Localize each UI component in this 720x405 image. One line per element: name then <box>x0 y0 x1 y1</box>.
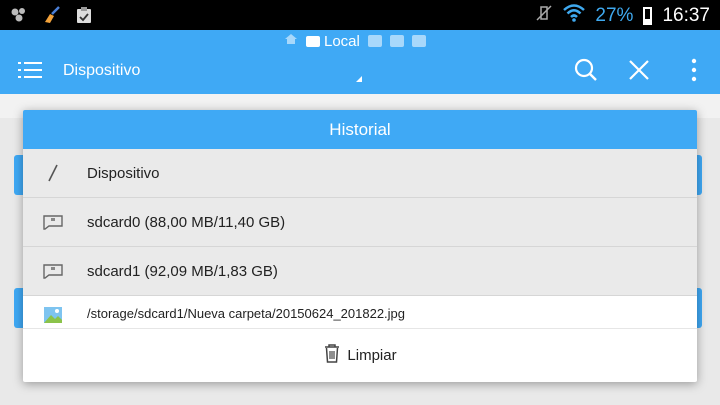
vibrate-off-icon <box>535 4 553 27</box>
search-icon[interactable] <box>572 56 600 84</box>
history-item-label: sdcard1 (92,09 MB/1,83 GB) <box>87 262 278 280</box>
history-item-sdcard1[interactable]: sdcard1 (92,09 MB/1,83 GB) <box>23 247 697 296</box>
cleaner-icon <box>42 6 62 29</box>
history-item-sdcard0[interactable]: sdcard0 (88,00 MB/11,40 GB) <box>23 198 697 247</box>
status-bar: 27% 16:37 <box>0 0 720 30</box>
close-icon[interactable] <box>625 56 653 84</box>
clear-label: Limpiar <box>347 347 397 364</box>
history-item-label: /storage/sdcard1/Nueva carpeta/20150624_… <box>87 306 406 321</box>
history-item-device[interactable]: Dispositivo <box>23 149 697 198</box>
more-options-icon[interactable] <box>680 56 708 84</box>
battery-icon <box>643 6 653 25</box>
wifi-icon <box>563 4 586 27</box>
home-icon[interactable] <box>284 32 298 50</box>
location-dropdown-icon[interactable] <box>356 76 362 82</box>
sdcard-icon <box>43 213 63 231</box>
history-item-label: sdcard0 (88,00 MB/11,40 GB) <box>87 213 286 231</box>
cloud-icon[interactable] <box>389 35 404 47</box>
menu-icon[interactable] <box>18 60 42 80</box>
app-bar: Local Dispositivo <box>0 30 720 94</box>
tools-icon[interactable] <box>411 35 426 47</box>
local-icon <box>306 35 320 47</box>
history-dialog: Historial Dispositivo sdcard0 (88,00 MB/… <box>23 110 697 382</box>
dialog-title: Historial <box>23 110 697 149</box>
apps-icon <box>10 7 28 28</box>
trash-icon <box>323 343 341 368</box>
image-file-icon <box>43 306 63 324</box>
location-tabs: Local <box>284 32 426 50</box>
battery-percent: 27% <box>595 4 634 26</box>
sdcard-icon <box>43 262 63 280</box>
root-slash-icon <box>43 164 63 182</box>
local-tab[interactable]: Local <box>306 33 360 50</box>
local-label: Local <box>324 32 360 50</box>
history-item-label: Dispositivo <box>87 164 160 182</box>
network-icon[interactable] <box>367 35 382 47</box>
clipboard-icon <box>76 6 92 29</box>
clock: 16:37 <box>662 4 710 26</box>
clear-button[interactable]: Limpiar <box>23 329 697 382</box>
page-title[interactable]: Dispositivo <box>63 62 140 80</box>
history-item-image[interactable]: /storage/sdcard1/Nueva carpeta/20150624_… <box>23 296 697 329</box>
